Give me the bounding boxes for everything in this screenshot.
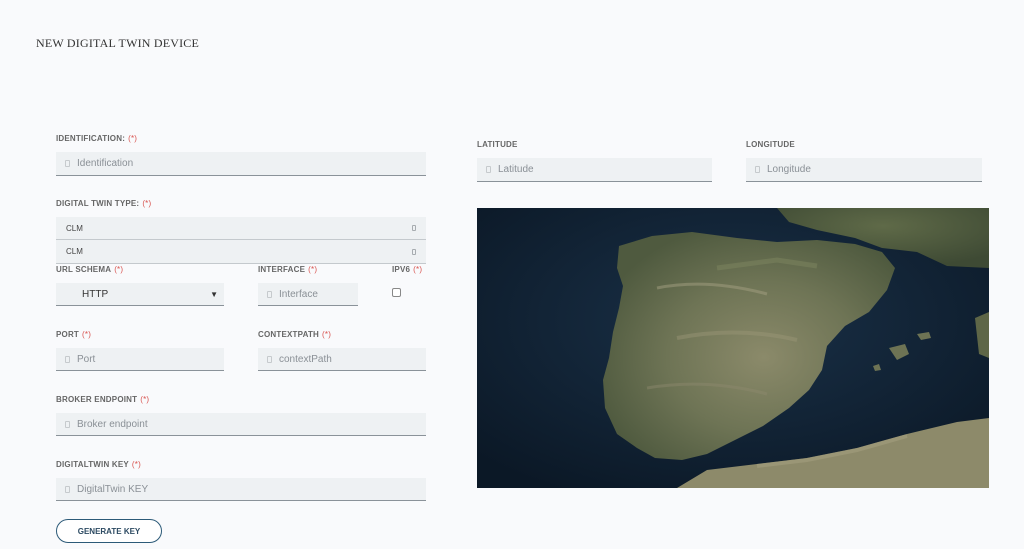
port-label-text: PORT — [56, 330, 80, 339]
contextpath-placeholder: contextPath — [279, 353, 332, 365]
required-mark: (*) — [140, 395, 150, 404]
text-field-icon — [267, 355, 272, 363]
ipv6-label: IPV6 (*) — [392, 265, 422, 274]
required-mark: (*) — [82, 330, 92, 339]
digitaltwin-key-placeholder: DigitalTwin KEY — [77, 483, 149, 495]
identification-input[interactable]: Identification — [56, 152, 426, 176]
required-mark: (*) — [413, 265, 423, 274]
digital-twin-type-label-text: DIGITAL TWIN TYPE: — [56, 199, 140, 208]
required-mark: (*) — [308, 265, 318, 274]
longitude-input[interactable]: Longitude — [746, 158, 982, 182]
url-schema-select[interactable]: HTTP ▼ — [56, 283, 224, 306]
url-schema-label: URL SCHEMA (*) — [56, 265, 123, 274]
caret-down-icon: ▼ — [210, 289, 218, 299]
contextpath-label-text: CONTEXTPATH — [258, 330, 320, 339]
text-field-icon — [755, 166, 760, 173]
digital-twin-type-option: CLM — [66, 223, 83, 233]
generate-key-button[interactable]: GENERATE KEY — [56, 519, 162, 543]
broker-endpoint-label: BROKER ENDPOINT (*) — [56, 395, 149, 404]
latitude-placeholder: Latitude — [498, 164, 534, 175]
url-schema-value: HTTP — [82, 288, 109, 300]
longitude-placeholder: Longitude — [767, 164, 811, 175]
satellite-map[interactable] — [477, 208, 989, 488]
required-mark: (*) — [128, 134, 138, 143]
digital-twin-type-select[interactable]: CLM — [56, 217, 426, 240]
url-schema-label-text: URL SCHEMA — [56, 265, 112, 274]
text-field-icon — [65, 420, 70, 428]
interface-input[interactable]: Interface — [258, 283, 358, 306]
port-input[interactable]: Port — [56, 348, 224, 371]
select-arrows-icon — [412, 225, 416, 231]
digitaltwin-key-label: DIGITALTWIN KEY (*) — [56, 460, 141, 469]
identification-label: IDENTIFICATION: (*) — [56, 134, 137, 143]
interface-label-text: INTERFACE — [258, 265, 306, 274]
port-placeholder: Port — [77, 353, 96, 365]
text-field-icon — [65, 485, 70, 493]
digital-twin-type-option: CLM — [66, 247, 83, 256]
required-mark: (*) — [114, 265, 124, 274]
identification-placeholder: Identification — [77, 158, 134, 169]
contextpath-label: CONTEXTPATH (*) — [258, 330, 331, 339]
interface-label: INTERFACE (*) — [258, 265, 317, 274]
required-mark: (*) — [322, 330, 332, 339]
digital-twin-type-label: DIGITAL TWIN TYPE: (*) — [56, 199, 151, 208]
latitude-label: LATITUDE — [477, 140, 518, 149]
port-label: PORT (*) — [56, 330, 91, 339]
text-field-icon — [486, 166, 491, 173]
interface-placeholder: Interface — [279, 288, 318, 300]
digitaltwin-key-label-text: DIGITALTWIN KEY — [56, 460, 129, 469]
text-field-icon — [267, 290, 272, 298]
identification-label-text: IDENTIFICATION: — [56, 134, 126, 143]
required-mark: (*) — [131, 460, 141, 469]
ipv6-checkbox[interactable] — [392, 288, 401, 297]
broker-endpoint-label-text: BROKER ENDPOINT — [56, 395, 138, 404]
digital-twin-type-option-row[interactable]: CLM — [56, 240, 426, 264]
page-title: NEW DIGITAL TWIN DEVICE — [36, 36, 200, 50]
digitaltwin-key-input[interactable]: DigitalTwin KEY — [56, 478, 426, 501]
ipv6-label-text: IPV6 — [392, 265, 411, 274]
required-mark: (*) — [142, 199, 152, 208]
longitude-label: LONGITUDE — [746, 140, 795, 149]
map-canvas — [477, 208, 989, 488]
text-field-icon — [65, 160, 70, 167]
broker-endpoint-input[interactable]: Broker endpoint — [56, 413, 426, 436]
broker-endpoint-placeholder: Broker endpoint — [77, 418, 148, 430]
text-field-icon — [65, 355, 70, 363]
contextpath-input[interactable]: contextPath — [258, 348, 426, 371]
select-arrows-icon — [412, 248, 416, 255]
latitude-input[interactable]: Latitude — [477, 158, 712, 182]
